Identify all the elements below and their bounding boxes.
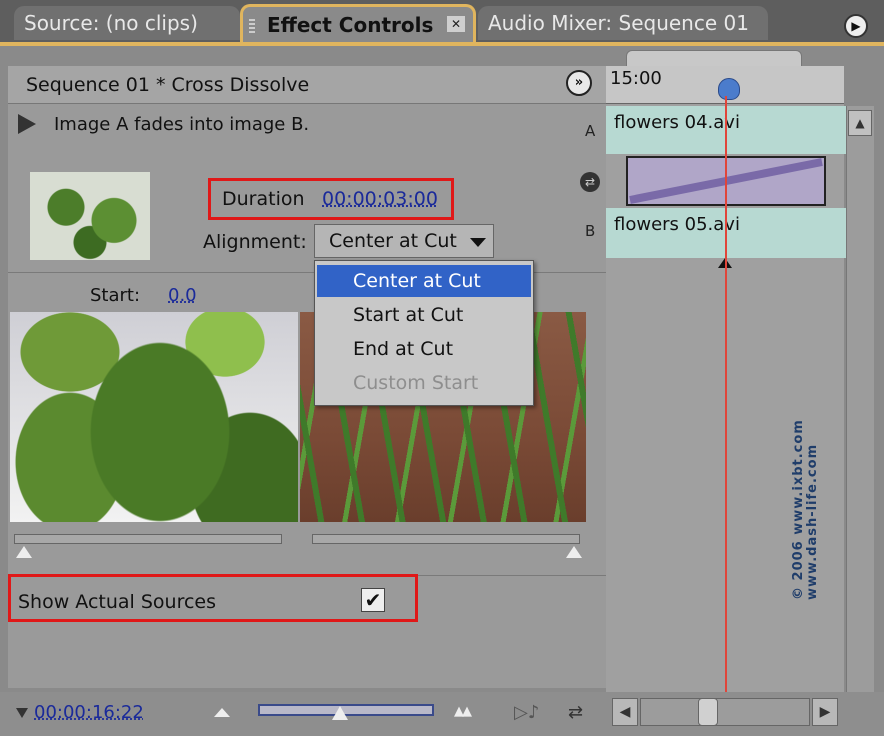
timeline-horizontal-scrollbar[interactable] (640, 698, 810, 726)
alignment-label: Alignment: (203, 231, 307, 253)
show-actual-sources-checkbox[interactable]: ✔ (361, 588, 385, 612)
end-slider-track[interactable] (312, 534, 580, 544)
tab-effect-controls[interactable]: Effect Controls ✕ (240, 4, 476, 44)
preview-image-a (10, 312, 298, 522)
menu-item-start-at-cut[interactable]: Start at Cut (317, 299, 531, 331)
track-b-label: B (585, 222, 596, 240)
timeline-vertical-scrollbar[interactable] (846, 106, 874, 692)
tab-audio-mixer[interactable]: Audio Mixer: Sequence 01 (478, 6, 768, 40)
watermark-line-2: www.dash-life.com (805, 443, 820, 600)
play-triangle-icon[interactable] (18, 114, 36, 134)
tab-grip-icon[interactable] (249, 19, 255, 33)
start-value[interactable]: 0.0 (168, 285, 197, 306)
duration-value[interactable]: 00:00:03:00 (322, 188, 438, 210)
zoom-slider-handle[interactable] (332, 706, 348, 720)
start-label: Start: (90, 285, 141, 306)
panel-tab-bar: Source: (no clips) Effect Controls ✕ Aud… (0, 0, 884, 44)
timecode-dropdown-icon[interactable] (16, 708, 28, 718)
transition-swap-icon[interactable]: ⇄ (580, 172, 600, 192)
panel-title: Sequence 01 * Cross Dissolve (26, 74, 310, 96)
menu-item-center-at-cut[interactable]: Center at Cut (317, 265, 531, 297)
start-slider-track[interactable] (14, 534, 282, 544)
tab-effect-controls-label: Effect Controls (267, 13, 434, 37)
scroll-up-icon[interactable]: ▲ (848, 110, 872, 136)
alignment-dropdown-menu: Center at Cut Start at Cut End at Cut Cu… (314, 260, 534, 406)
timeline-scroll-thumb[interactable] (698, 698, 718, 726)
checkmark-icon: ✔ (364, 588, 382, 612)
loop-icon[interactable]: ⇄ (568, 702, 583, 723)
end-slider-handle[interactable] (566, 546, 582, 558)
zoom-out-icon[interactable] (214, 708, 230, 717)
effect-description: Image A fades into image B. (54, 114, 310, 135)
playhead-line[interactable] (725, 96, 727, 692)
scroll-right-icon[interactable]: ▶ (812, 698, 838, 726)
clip-b-label: flowers 05.avi (614, 214, 740, 235)
start-slider-handle[interactable] (16, 546, 32, 558)
duration-label: Duration (222, 188, 305, 210)
scroll-left-icon[interactable]: ◀ (612, 698, 638, 726)
watermark-line-1: © 2006 www.ixbt.com (791, 419, 806, 600)
expand-timeline-icon[interactable]: » (566, 70, 592, 96)
panel-menu-icon[interactable]: ▶ (844, 14, 868, 38)
watermark: © 2006 www.ixbt.com www.dash-life.com (791, 380, 820, 600)
menu-item-end-at-cut[interactable]: End at Cut (317, 333, 531, 365)
close-icon[interactable]: ✕ (447, 16, 465, 32)
current-timecode[interactable]: 00:00:16:22 (34, 702, 144, 723)
tab-source[interactable]: Source: (no clips) (14, 6, 240, 40)
alignment-select[interactable]: Center at Cut (314, 224, 494, 258)
audio-play-icon[interactable]: ▷♪ (514, 702, 539, 723)
show-actual-sources-label: Show Actual Sources (18, 591, 217, 613)
effect-thumbnail (30, 172, 150, 260)
clip-a-label: flowers 04.avi (614, 112, 740, 133)
dropdown-arrow-icon[interactable] (470, 238, 486, 247)
track-a-label: A (585, 122, 596, 140)
active-panel-frame (0, 42, 884, 46)
zoom-in-icon[interactable]: ▲▲ (454, 704, 488, 719)
menu-item-custom-start: Custom Start (353, 372, 479, 394)
playhead-icon[interactable] (718, 78, 740, 100)
timeline-time-label: 15:00 (610, 68, 662, 89)
alignment-select-value: Center at Cut (329, 230, 457, 252)
